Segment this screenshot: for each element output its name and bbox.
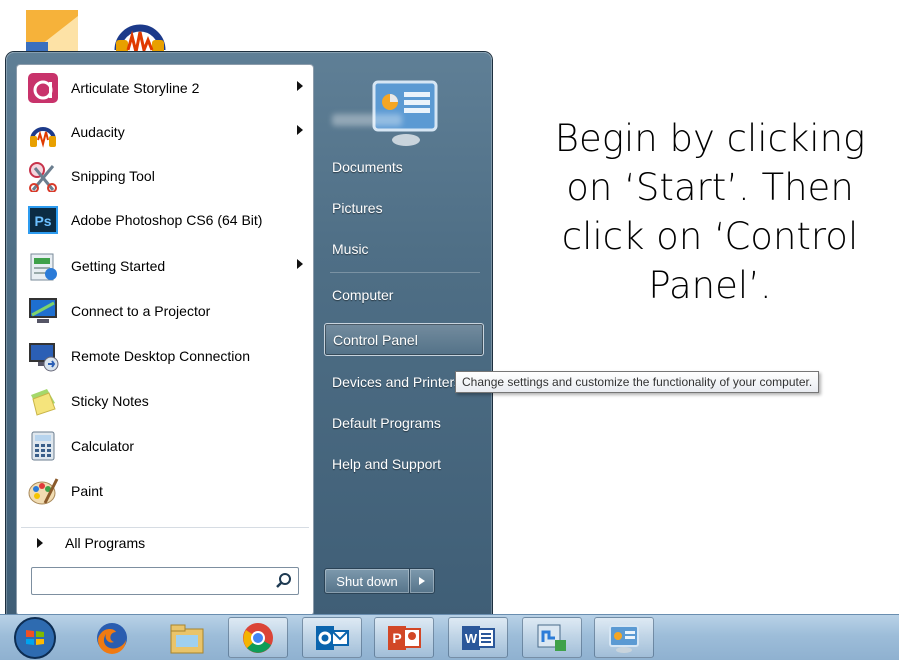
sticky-notes-icon — [25, 383, 61, 419]
pictures-link[interactable]: Pictures — [324, 193, 484, 223]
file-explorer-taskbar-button[interactable] — [157, 617, 217, 658]
menu-item-label: Adobe Photoshop CS6 (64 Bit) — [71, 212, 263, 228]
word-icon: W — [462, 625, 495, 650]
outlook-icon — [316, 625, 349, 650]
outlook-taskbar-button[interactable] — [302, 617, 362, 658]
shutdown-button[interactable]: Shut down — [324, 568, 410, 594]
menu-divider — [330, 272, 480, 273]
start-orb-button[interactable] — [10, 616, 60, 660]
taskbar: P W — [0, 614, 899, 660]
control-panel-link[interactable]: Control Panel — [324, 323, 484, 356]
menu-item-remote-desktop[interactable]: Remote Desktop Connection — [21, 335, 309, 377]
menu-item-articulate-storyline[interactable]: Articulate Storyline 2 — [21, 67, 309, 109]
search-box[interactable] — [31, 567, 299, 595]
menu-item-label: Calculator — [71, 438, 135, 454]
menu-item-snipping-tool[interactable]: Snipping Tool — [21, 155, 309, 197]
projector-icon — [25, 293, 61, 329]
network-taskbar-button[interactable] — [522, 617, 582, 658]
menu-item-label: Remote Desktop Connection — [71, 348, 250, 364]
firefox-taskbar-button[interactable] — [82, 617, 142, 658]
menu-item-label: Paint — [71, 483, 103, 499]
svg-text:Ps: Ps — [34, 213, 51, 229]
photoshop-icon: Ps — [25, 202, 61, 238]
paint-palette-icon — [25, 473, 61, 509]
submenu-arrow-icon — [297, 81, 303, 91]
calculator-icon — [25, 428, 61, 464]
search-icon[interactable] — [276, 572, 292, 588]
user-name[interactable] — [332, 114, 402, 126]
powerpoint-icon: P — [388, 625, 421, 650]
expand-arrow-icon — [37, 538, 43, 548]
menu-item-photoshop[interactable]: Ps Adobe Photoshop CS6 (64 Bit) — [21, 199, 309, 241]
menu-item-label: Articulate Storyline 2 — [71, 80, 200, 96]
default-programs-link[interactable]: Default Programs — [324, 408, 484, 438]
start-orb-icon — [14, 617, 56, 659]
submenu-arrow-icon — [297, 125, 303, 135]
remote-desktop-icon — [25, 338, 61, 374]
getting-started-icon — [25, 248, 61, 284]
documents-link[interactable]: Documents — [324, 152, 484, 182]
menu-item-sticky-notes[interactable]: Sticky Notes — [21, 380, 309, 422]
articulate-storyline-icon — [25, 70, 61, 106]
control-panel-tooltip: Change settings and customize the functi… — [455, 371, 820, 393]
instruction-text: Begin by clicking on ‘Start’. Then click… — [554, 117, 866, 307]
help-support-link[interactable]: Help and Support — [324, 449, 484, 479]
all-programs-button[interactable]: All Programs — [21, 527, 309, 558]
audacity-desktop-icon[interactable] — [110, 6, 170, 56]
all-programs-label: All Programs — [65, 535, 146, 551]
submenu-arrow-icon — [297, 259, 303, 269]
audacity-headphones-icon — [25, 114, 61, 150]
menu-item-label: Getting Started — [71, 258, 166, 274]
menu-item-getting-started[interactable]: Getting Started — [21, 245, 309, 287]
start-menu: Articulate Storyline 2 Audacity Snipping… — [6, 52, 492, 622]
word-taskbar-button[interactable]: W — [448, 617, 508, 658]
menu-item-label: Connect to a Projector — [71, 303, 211, 319]
menu-item-label: Sticky Notes — [71, 393, 149, 409]
svg-text:W: W — [465, 631, 478, 646]
svg-text:P: P — [392, 630, 401, 646]
control-panel-icon — [609, 624, 639, 653]
control-panel-taskbar-button[interactable] — [594, 617, 654, 658]
shutdown-options-button[interactable] — [410, 568, 435, 594]
computer-link[interactable]: Computer — [324, 280, 484, 310]
menu-item-label: Audacity — [71, 124, 125, 140]
menu-item-connect-projector[interactable]: Connect to a Projector — [21, 290, 309, 332]
menu-item-label: Snipping Tool — [71, 168, 155, 184]
chevron-right-icon — [419, 577, 425, 585]
search-input[interactable] — [32, 568, 274, 592]
file-explorer-icon — [170, 624, 204, 653]
chrome-taskbar-button[interactable] — [228, 617, 288, 658]
storyline-desktop-icon[interactable] — [20, 6, 80, 56]
menu-item-audacity[interactable]: Audacity — [21, 111, 309, 153]
music-link[interactable]: Music — [324, 234, 484, 264]
programs-pane: Articulate Storyline 2 Audacity Snipping… — [16, 64, 314, 616]
powerpoint-taskbar-button[interactable]: P — [374, 617, 434, 658]
menu-item-paint[interactable]: Paint — [21, 470, 309, 512]
network-icon — [537, 624, 566, 651]
shutdown-button-group: Shut down — [324, 568, 436, 594]
chrome-icon — [243, 622, 273, 653]
scissors-icon — [25, 158, 61, 194]
firefox-icon — [97, 622, 127, 654]
menu-item-calculator[interactable]: Calculator — [21, 425, 309, 467]
